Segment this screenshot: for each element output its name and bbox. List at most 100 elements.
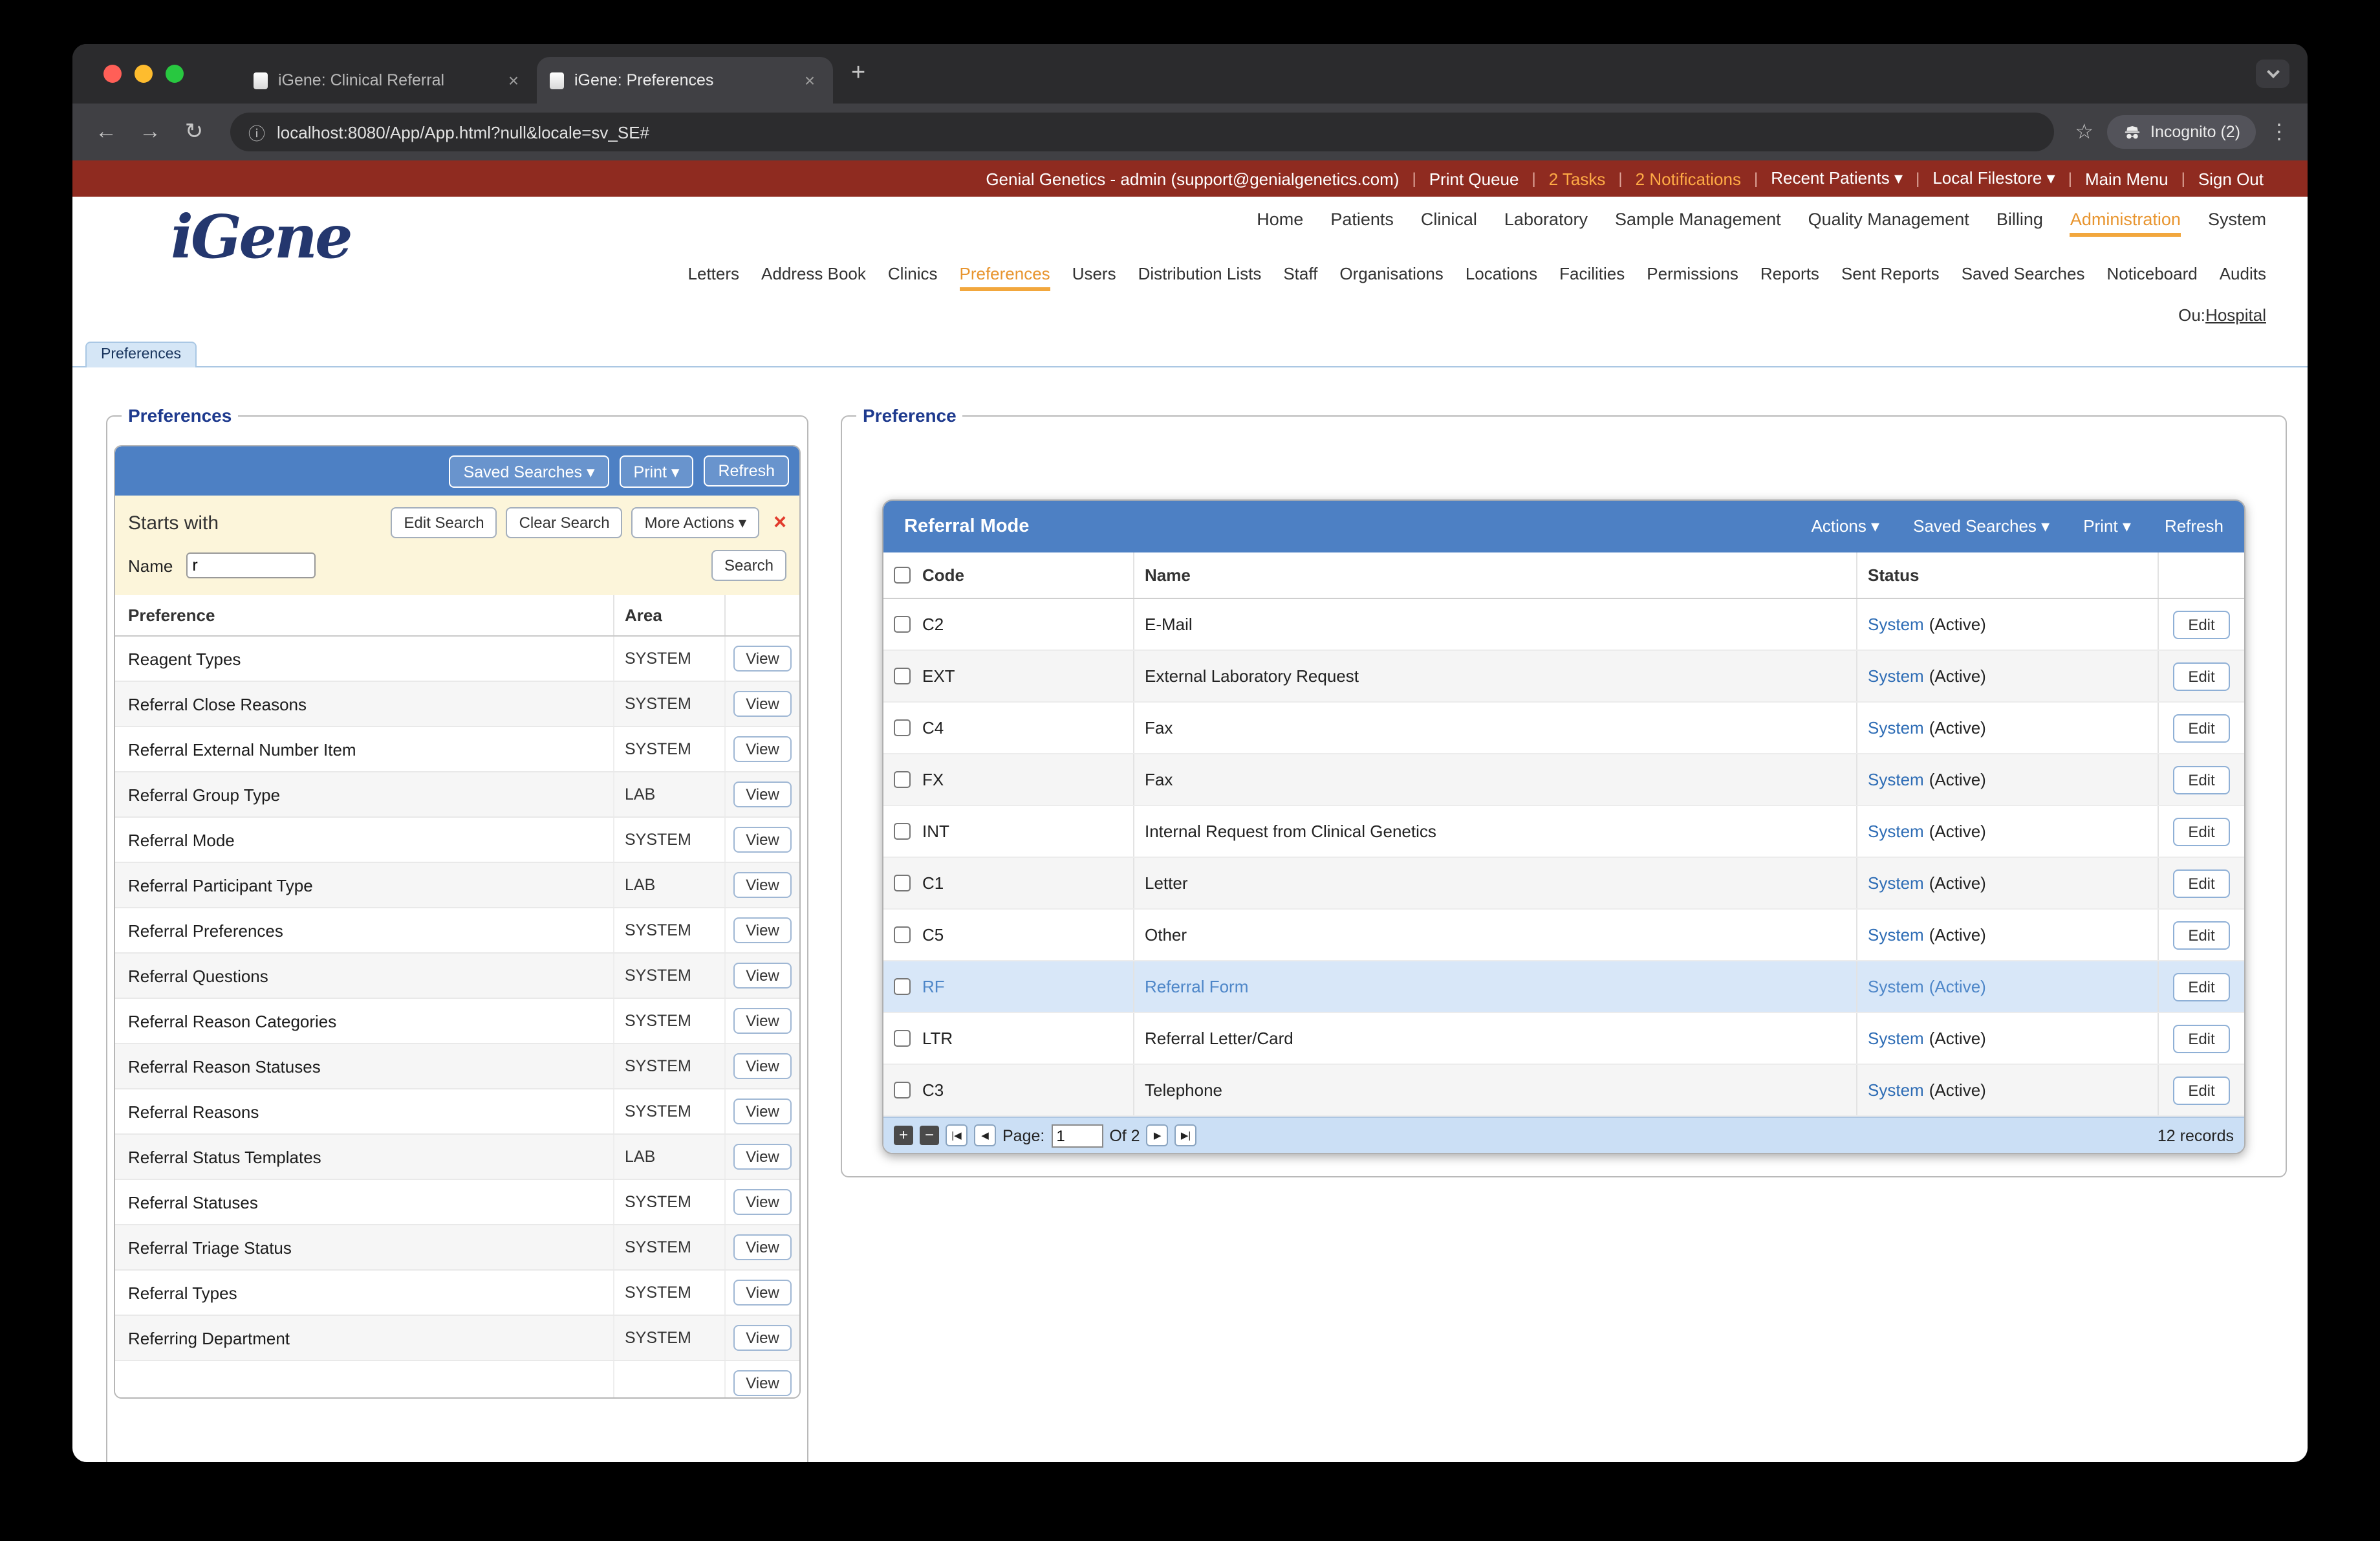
- view-button[interactable]: View: [733, 691, 792, 717]
- site-info-icon[interactable]: ⓘ: [248, 120, 265, 144]
- status-system-link[interactable]: System: [1868, 666, 1924, 686]
- referral-mode-row[interactable]: C1 Letter System (Active) Edit: [883, 858, 2244, 910]
- subnav-users[interactable]: Users: [1072, 264, 1116, 291]
- view-button[interactable]: View: [733, 646, 792, 672]
- sign-out-link[interactable]: Sign Out: [2198, 169, 2264, 188]
- row-checkbox[interactable]: [894, 668, 911, 684]
- status-system-link[interactable]: System: [1868, 925, 1924, 945]
- subnav-sent-reports[interactable]: Sent Reports: [1841, 264, 1940, 291]
- edit-search-button[interactable]: Edit Search: [391, 507, 497, 538]
- nav-sample-management[interactable]: Sample Management: [1615, 210, 1781, 237]
- view-button[interactable]: View: [733, 1053, 792, 1079]
- edit-button[interactable]: Edit: [2172, 1076, 2231, 1104]
- view-button[interactable]: View: [733, 1008, 792, 1034]
- nav-laboratory[interactable]: Laboratory: [1504, 210, 1588, 237]
- view-button[interactable]: View: [733, 827, 792, 853]
- nav-home[interactable]: Home: [1257, 210, 1303, 237]
- recent-patients-menu[interactable]: Recent Patients ▾: [1771, 168, 1903, 189]
- view-button[interactable]: View: [733, 1098, 792, 1124]
- referral-mode-row[interactable]: C3 Telephone System (Active) Edit: [883, 1065, 2244, 1117]
- print-button[interactable]: Print ▾: [619, 455, 694, 487]
- row-checkbox[interactable]: [894, 926, 911, 943]
- nav-clinical[interactable]: Clinical: [1421, 210, 1477, 237]
- bookmark-star-icon[interactable]: ☆: [2075, 119, 2093, 145]
- referral-mode-row[interactable]: LTR Referral Letter/Card System (Active) Edi…: [883, 1013, 2244, 1065]
- row-checkbox[interactable]: [894, 1082, 911, 1098]
- minimize-window-button[interactable]: [135, 65, 153, 83]
- row-checkbox[interactable]: [894, 875, 911, 891]
- subnav-facilities[interactable]: Facilities: [1559, 264, 1625, 291]
- edit-button[interactable]: Edit: [2172, 765, 2231, 794]
- subnav-noticeboard[interactable]: Noticeboard: [2107, 264, 2198, 291]
- browser-menu-icon[interactable]: ⋮: [2269, 119, 2289, 145]
- actions-menu[interactable]: Actions ▾: [1812, 516, 1880, 537]
- page-number-input[interactable]: [1051, 1124, 1103, 1147]
- select-all-checkbox[interactable]: [894, 567, 911, 584]
- view-button[interactable]: View: [733, 1325, 792, 1351]
- view-button[interactable]: View: [733, 963, 792, 989]
- local-filestore-menu[interactable]: Local Filestore ▾: [1932, 168, 2055, 189]
- nav-administration[interactable]: Administration: [2070, 210, 2181, 237]
- referral-mode-row[interactable]: C2 E-Mail System (Active) Edit: [883, 599, 2244, 651]
- status-system-link[interactable]: System: [1868, 977, 1924, 996]
- row-checkbox[interactable]: [894, 719, 911, 736]
- next-page-button[interactable]: ▶: [1146, 1124, 1169, 1146]
- referral-mode-row[interactable]: FX Fax System (Active) Edit: [883, 754, 2244, 806]
- edit-button[interactable]: Edit: [2172, 921, 2231, 949]
- saved-searches-button[interactable]: Saved Searches ▾: [449, 455, 609, 487]
- nav-quality-management[interactable]: Quality Management: [1808, 210, 1969, 237]
- forward-button[interactable]: →: [135, 119, 166, 145]
- page-tab-preferences[interactable]: Preferences: [85, 342, 197, 367]
- tab-close-icon[interactable]: ×: [799, 70, 820, 91]
- refresh-link[interactable]: Refresh: [2165, 516, 2223, 537]
- view-button[interactable]: View: [733, 1189, 792, 1215]
- edit-button[interactable]: Edit: [2172, 714, 2231, 742]
- subnav-staff[interactable]: Staff: [1283, 264, 1317, 291]
- search-button[interactable]: Search: [711, 550, 786, 581]
- subnav-address-book[interactable]: Address Book: [761, 264, 866, 291]
- nav-billing[interactable]: Billing: [1996, 210, 2043, 237]
- incognito-badge[interactable]: Incognito (2): [2106, 115, 2256, 149]
- view-button[interactable]: View: [733, 1370, 792, 1396]
- notifications-link[interactable]: 2 Notifications: [1636, 169, 1741, 188]
- refresh-button[interactable]: Refresh: [704, 455, 789, 486]
- last-page-button[interactable]: ▶|: [1174, 1124, 1197, 1146]
- subnav-locations[interactable]: Locations: [1466, 264, 1537, 291]
- row-checkbox[interactable]: [894, 978, 911, 995]
- subnav-preferences[interactable]: Preferences: [959, 264, 1050, 291]
- subnav-saved-searches[interactable]: Saved Searches: [1962, 264, 2085, 291]
- url-bar[interactable]: ⓘ localhost:8080/App/App.html?null&local…: [230, 113, 2055, 151]
- status-system-link[interactable]: System: [1868, 770, 1924, 789]
- view-button[interactable]: View: [733, 1234, 792, 1260]
- view-button[interactable]: View: [733, 917, 792, 943]
- ou-hospital-link[interactable]: Hospital: [2205, 305, 2266, 325]
- tab-search-button[interactable]: [2256, 60, 2289, 88]
- close-search-icon[interactable]: ×: [774, 510, 786, 536]
- nav-system[interactable]: System: [2208, 210, 2266, 237]
- name-input[interactable]: [186, 552, 316, 578]
- close-window-button[interactable]: [103, 65, 122, 83]
- zoom-window-button[interactable]: [166, 65, 184, 83]
- tab-close-icon[interactable]: ×: [503, 70, 524, 91]
- edit-button[interactable]: Edit: [2172, 610, 2231, 639]
- subnav-audits[interactable]: Audits: [2220, 264, 2266, 291]
- referral-mode-row[interactable]: EXT External Laboratory Request System (Act…: [883, 651, 2244, 703]
- collapse-icon[interactable]: −: [920, 1126, 939, 1145]
- first-page-button[interactable]: |◀: [946, 1124, 968, 1146]
- row-checkbox[interactable]: [894, 771, 911, 788]
- edit-button[interactable]: Edit: [2172, 972, 2231, 1001]
- subnav-permissions[interactable]: Permissions: [1647, 264, 1738, 291]
- subnav-letters[interactable]: Letters: [688, 264, 740, 291]
- edit-button[interactable]: Edit: [2172, 817, 2231, 846]
- view-button[interactable]: View: [733, 872, 792, 898]
- print-queue-link[interactable]: Print Queue: [1429, 169, 1519, 188]
- print-menu[interactable]: Print ▾: [2083, 516, 2131, 537]
- browser-tab-clinical-referral[interactable]: iGene: Clinical Referral ×: [241, 57, 537, 104]
- row-checkbox[interactable]: [894, 823, 911, 840]
- main-menu-link[interactable]: Main Menu: [2085, 169, 2169, 188]
- referral-mode-row[interactable]: C4 Fax System (Active) Edit: [883, 703, 2244, 754]
- referral-mode-row[interactable]: INT Internal Request from Clinical Geneti…: [883, 806, 2244, 858]
- subnav-organisations[interactable]: Organisations: [1339, 264, 1443, 291]
- edit-button[interactable]: Edit: [2172, 1024, 2231, 1053]
- nav-patients[interactable]: Patients: [1330, 210, 1394, 237]
